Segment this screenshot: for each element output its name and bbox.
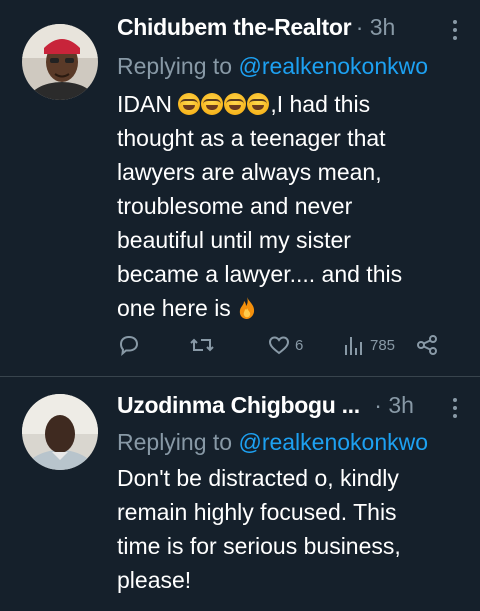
tweet-line: became a lawyer.... and this bbox=[117, 261, 403, 287]
tweet-line: IDAN ,I had this bbox=[117, 87, 467, 121]
tweet-line: please! bbox=[117, 567, 192, 593]
tweet-header: Uzodinma Chigbogu ... · 3h bbox=[117, 392, 464, 424]
reply-button[interactable] bbox=[117, 330, 141, 360]
replying-to: Replying to @realkenokonkwo bbox=[117, 429, 428, 456]
tweet-line: lawyers are always mean, bbox=[117, 159, 382, 185]
rofl-emoji-icon bbox=[224, 93, 247, 115]
avatar[interactable] bbox=[22, 394, 98, 470]
avatar[interactable] bbox=[22, 24, 98, 100]
view-count: 785 bbox=[370, 336, 396, 354]
fire-emoji-icon bbox=[240, 297, 255, 319]
more-options-icon[interactable] bbox=[452, 20, 458, 42]
reply-icon bbox=[119, 335, 139, 356]
like-button[interactable]: 6 bbox=[267, 330, 303, 360]
tweet-line: remain highly focused. This bbox=[117, 499, 397, 525]
like-count: 6 bbox=[295, 336, 304, 354]
rofl-emoji-icon bbox=[247, 93, 270, 115]
replying-to-label: Replying to bbox=[117, 53, 233, 79]
retweet-button[interactable] bbox=[189, 330, 215, 360]
rofl-emoji-icon bbox=[178, 93, 201, 115]
timestamp[interactable]: · 3h bbox=[356, 14, 396, 40]
replying-to-handle[interactable]: @realkenokonkwo bbox=[238, 429, 428, 455]
tweet-text-prefix: IDAN bbox=[117, 91, 179, 117]
tweet-line: thought as a teenager that bbox=[117, 125, 386, 151]
author-name[interactable]: Chidubem the-Realtor bbox=[117, 14, 352, 40]
tweet-text-segment: ,I had this bbox=[270, 91, 371, 117]
views-button[interactable]: 785 bbox=[343, 330, 395, 360]
avatar-photo bbox=[22, 24, 98, 100]
tweet-line: one here is bbox=[117, 291, 467, 325]
timestamp[interactable]: · 3h bbox=[374, 392, 414, 418]
author-name[interactable]: Uzodinma Chigbogu ... bbox=[117, 392, 360, 418]
tweet-line: Don't be distracted o, kindly bbox=[117, 465, 399, 491]
share-button[interactable] bbox=[415, 330, 439, 360]
replying-to-label: Replying to bbox=[117, 429, 233, 455]
tweet-text: IDAN ,I had this thought as a teenager t… bbox=[117, 87, 467, 325]
rofl-emoji-icon bbox=[201, 93, 224, 115]
tweet-line: beautiful until my sister bbox=[117, 227, 351, 253]
tweet[interactable]: Uzodinma Chigbogu ... · 3h Replying to @… bbox=[0, 377, 480, 611]
tweet-line: time is for serious business, bbox=[117, 533, 401, 559]
replying-to: Replying to @realkenokonkwo bbox=[117, 53, 428, 80]
avatar-photo bbox=[22, 394, 98, 470]
tweet-line: troublesome and never bbox=[117, 193, 353, 219]
tweet-text: Don't be distracted o, kindly remain hig… bbox=[117, 461, 467, 597]
views-icon bbox=[345, 337, 362, 355]
tweet[interactable]: Chidubem the-Realtor · 3h Replying to @r… bbox=[0, 0, 480, 376]
retweet-icon bbox=[190, 338, 214, 352]
heart-icon bbox=[268, 336, 290, 355]
tweet-actions: 6 785 bbox=[117, 330, 447, 360]
share-icon bbox=[417, 335, 437, 355]
tweet-text-segment: one here is bbox=[117, 295, 238, 321]
more-options-icon[interactable] bbox=[452, 398, 458, 420]
replying-to-handle[interactable]: @realkenokonkwo bbox=[238, 53, 428, 79]
tweet-header: Chidubem the-Realtor · 3h bbox=[117, 14, 464, 46]
